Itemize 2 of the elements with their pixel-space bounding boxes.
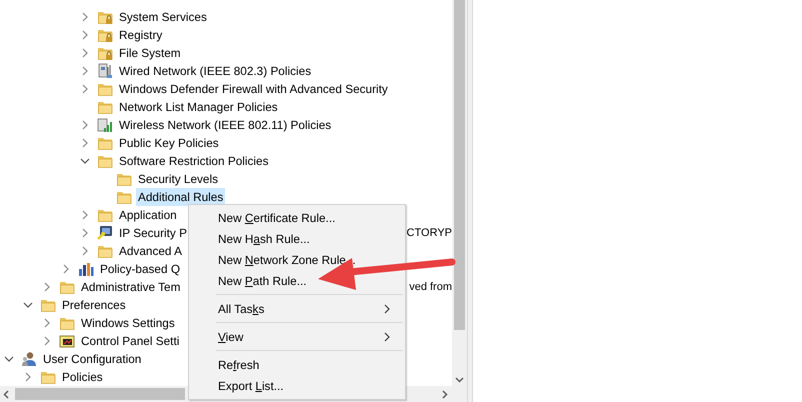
tree-item-text: CTORYP [406, 227, 452, 239]
tree-item-text: ved from [409, 281, 452, 293]
